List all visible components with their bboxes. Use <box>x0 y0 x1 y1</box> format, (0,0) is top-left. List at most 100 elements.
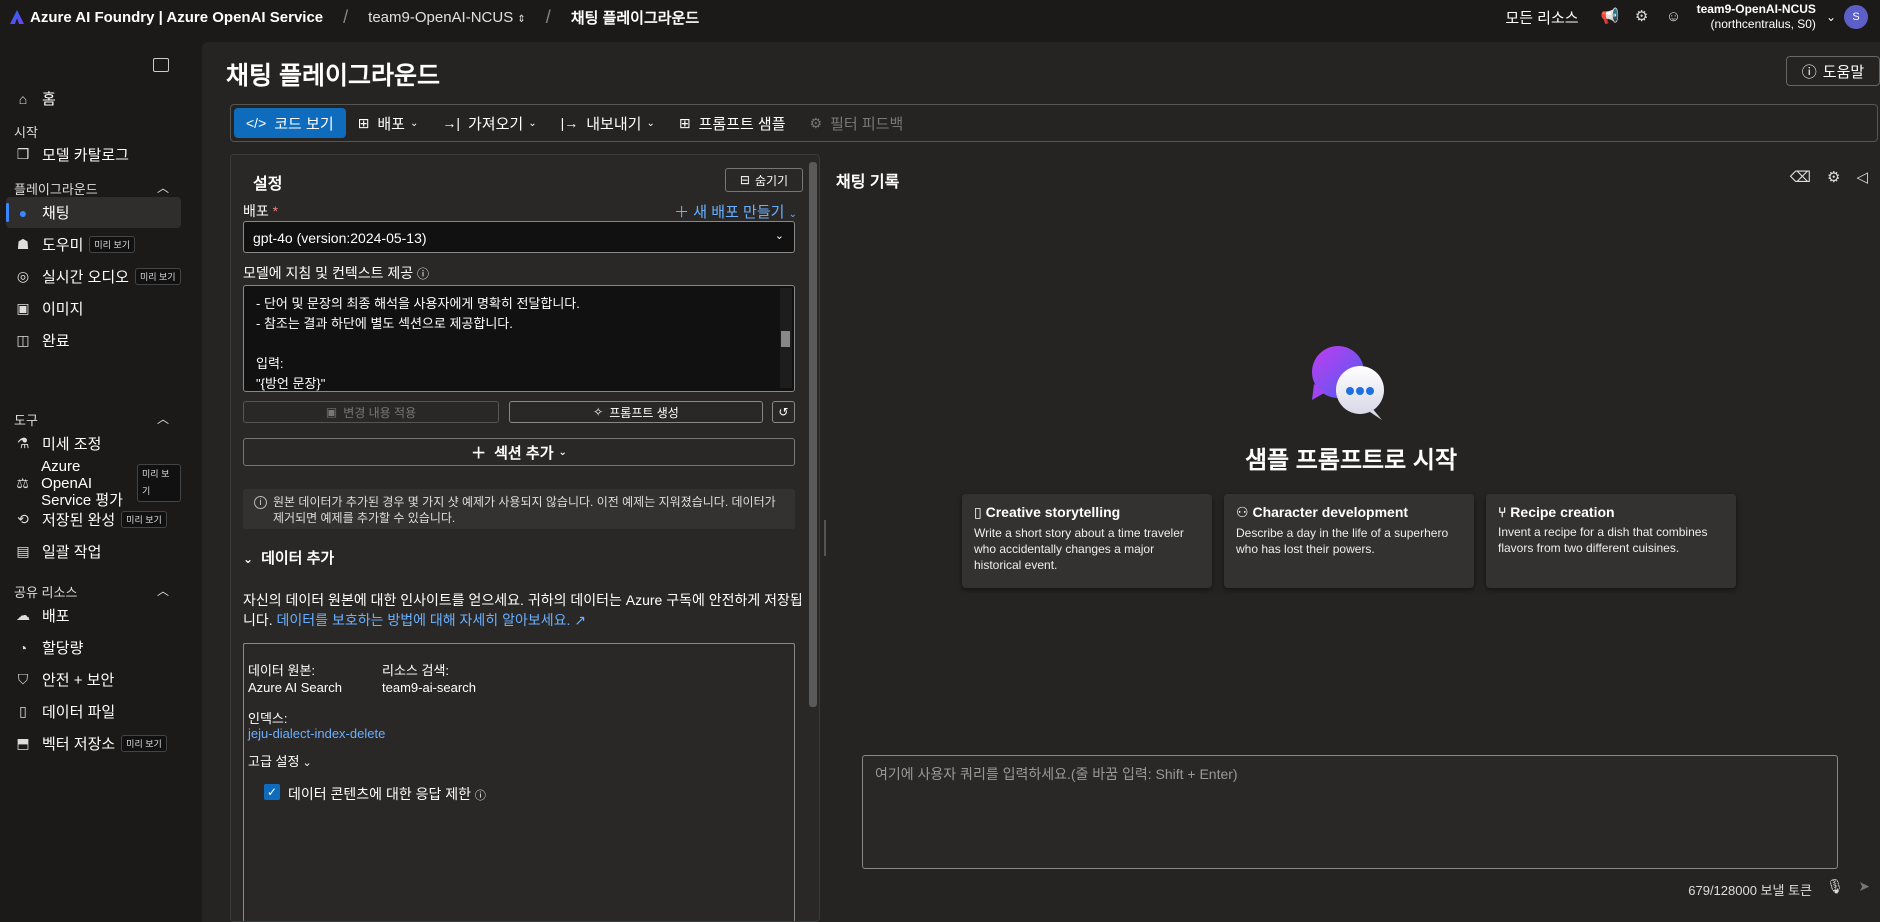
preview-badge: 미리 보기 <box>89 236 136 253</box>
chevron-up-icon: ︿ <box>156 584 169 598</box>
scale-icon: ⚖ <box>16 474 29 491</box>
image-icon: ▣ <box>16 300 30 316</box>
import-button[interactable]: →| 가져오기 ⌄ <box>430 108 548 138</box>
collapse-sidebar-icon[interactable] <box>153 58 169 72</box>
chevron-down-icon[interactable]: ⌄ <box>1826 10 1836 24</box>
section-label: 도구 <box>14 413 38 428</box>
cloud-icon: ☁ <box>16 607 30 623</box>
view-code-button[interactable]: </> 코드 보기 <box>234 108 346 138</box>
filter-feedback-button[interactable]: ⚙ 필터 피드백 <box>798 108 916 138</box>
sidebar-item-stored-completions[interactable]: ⟲ 저장된 완성 미리 보기 <box>6 504 181 535</box>
avatar[interactable]: S <box>1844 5 1868 29</box>
instructions-label-text: 모델에 지침 및 컨텍스트 제공 <box>243 265 414 281</box>
section-label: 공유 리소스 <box>14 585 78 600</box>
add-data-toggle[interactable]: ⌄ 데이터 추가 <box>243 547 334 568</box>
system-message-textarea[interactable]: - 단어 및 문장의 최종 해석을 사용자에게 명확히 전달합니다. - 참조는… <box>243 285 795 392</box>
sidebar-item-realtime-audio[interactable]: ◎ 실시간 오디오 미리 보기 <box>6 261 181 292</box>
sidebar-item-label: 모델 카탈로그 <box>42 147 129 164</box>
chevron-up-icon: ︿ <box>156 181 169 195</box>
sidebar-item-finetune[interactable]: ⚗ 미세 조정 <box>6 428 181 459</box>
help-button[interactable]: ⓘ 도움말 <box>1786 56 1880 86</box>
sidebar-item-chat[interactable]: ● 채팅 <box>6 197 181 228</box>
stored-icon: ⟲ <box>17 511 29 527</box>
sidebar-item-deployments[interactable]: ☁ 배포 <box>6 600 181 631</box>
limit-label-text: 데이터 콘텐츠에 대한 응답 제한 <box>288 786 471 802</box>
send-icon[interactable]: ➤ <box>1858 878 1870 895</box>
breadcrumb-page: 채팅 플레이그라운드 <box>571 7 699 28</box>
new-deployment-link[interactable]: ＋ 새 배포 만들기 ⌄ <box>674 201 797 222</box>
sidebar-item-batch[interactable]: ▤ 일괄 작업 <box>6 536 181 567</box>
vector-icon: ⬒ <box>16 735 30 751</box>
chat-bubbles-icon <box>1312 346 1384 420</box>
gear-icon[interactable]: ⚙ <box>1633 8 1651 26</box>
data-protection-link[interactable]: 데이터를 보호하는 방법에 대해 자세히 알아보세요. ↗ <box>277 612 586 628</box>
sidebar-item-data-files[interactable]: ▯ 데이터 파일 <box>6 696 181 727</box>
deployment-select[interactable]: gpt-4o (version:2024-05-13) ⌄ <box>243 221 795 253</box>
sample-card-storytelling[interactable]: ▯ Creative storytelling Write a short st… <box>962 494 1212 588</box>
sidebar-item-images[interactable]: ▣ 이미지 <box>6 293 181 324</box>
deploy-label: 배포 <box>377 115 405 133</box>
clear-chat-icon[interactable]: ⌫ <box>1790 168 1811 186</box>
sidebar-item-assistants[interactable]: ☗ 도우미 미리 보기 <box>6 229 181 260</box>
prompt-samples-button[interactable]: ⊞ 프롬프트 샘플 <box>667 108 798 138</box>
settings-scroll-thumb[interactable] <box>809 162 817 707</box>
apply-changes-button[interactable]: ▣ 변경 내용 적용 <box>243 401 499 423</box>
account-region: (northcentralus, S0) <box>1710 17 1816 31</box>
reset-button[interactable]: ↺ <box>772 401 795 423</box>
file-icon: ▯ <box>19 703 27 719</box>
sample-card-title: ⚇ Character development <box>1236 504 1462 521</box>
sidebar-item-label: 할당량 <box>42 640 84 657</box>
limit-checkbox[interactable]: ✓ <box>264 784 280 800</box>
generate-prompt-button[interactable]: ✧ 프롬프트 생성 <box>509 401 763 423</box>
section-tools[interactable]: 도구 ︿ <box>14 410 169 429</box>
textarea-scroll-thumb[interactable] <box>781 331 790 347</box>
section-shared-resources[interactable]: 공유 리소스 ︿ <box>14 582 169 601</box>
instruction-line: - 단어 및 문장의 최종 해석을 사용자에게 명확히 전달합니다. <box>256 296 580 311</box>
all-resources-link[interactable]: 모든 리소스 <box>1505 7 1578 28</box>
section-label: 시작 <box>14 125 38 140</box>
apply-changes-label: 변경 내용 적용 <box>343 405 417 420</box>
hide-button[interactable]: ⊟ 숨기기 <box>725 168 803 192</box>
home-icon: ⌂ <box>18 90 28 107</box>
section-playground[interactable]: 플레이그라운드 ︿ <box>14 179 169 198</box>
user-query-input[interactable]: 여기에 사용자 쿼리를 입력하세요.(줄 바꿈 입력: Shift + Ente… <box>862 755 1838 869</box>
sidebar-item-completions[interactable]: ◫ 완료 <box>6 325 181 356</box>
sidebar-item-quota[interactable]: ◔ 할당량 <box>6 632 181 663</box>
add-data-label: 데이터 추가 <box>261 550 335 567</box>
deploy-button[interactable]: ⊞ 배포 ⌄ <box>346 108 431 138</box>
info-icon: i <box>254 496 267 509</box>
gear-icon[interactable]: ⚙ <box>1827 168 1840 186</box>
megaphone-icon[interactable]: 📢 <box>1601 8 1620 26</box>
sidebar-item-evaluation[interactable]: ⚖ Azure OpenAI Service 평가 미리 보기 <box>6 458 181 509</box>
instruction-line: - 참조는 결과 하단에 별도 섹션으로 제공합니다. <box>256 316 513 331</box>
export-label: 내보내기 <box>586 115 642 133</box>
sample-card-desc: Describe a day in the life of a superher… <box>1236 526 1449 556</box>
account-info[interactable]: team9-OpenAI-NCUS (northcentralus, S0) <box>1697 2 1816 32</box>
preview-badge: 미리 보기 <box>121 511 167 528</box>
microphone-icon[interactable]: 🎙 <box>1826 878 1844 895</box>
sample-card-character[interactable]: ⚇ Character development Describe a day i… <box>1224 494 1474 588</box>
breadcrumb-project[interactable]: team9-OpenAI-NCUS ⇕ <box>368 9 526 26</box>
speaker-icon[interactable]: ◁ <box>1856 168 1868 186</box>
plus-icon: ＋ <box>674 204 690 221</box>
audio-icon: ◎ <box>16 268 30 284</box>
index-link[interactable]: jeju-dialect-index-delete <box>248 726 385 741</box>
sidebar-item-safety[interactable]: ⛉ 안전 + 보안 <box>6 664 181 695</box>
export-button[interactable]: |→ 내보내기 ⌄ <box>549 108 667 138</box>
shield-icon: ⛉ <box>17 671 29 687</box>
app-title[interactable]: Azure AI Foundry | Azure OpenAI Service <box>30 9 323 26</box>
smiley-icon[interactable]: ☺ <box>1665 8 1683 26</box>
chevron-down-icon: ⌄ <box>788 209 797 220</box>
cube-icon: ❒ <box>16 146 30 162</box>
sample-card-recipe[interactable]: ⑂ Recipe creation Invent a recipe for a … <box>1486 494 1736 588</box>
deploy-label-text: 배포 <box>243 203 269 219</box>
sample-card-desc: Write a short story about a time travele… <box>974 526 1184 572</box>
breadcrumb-project-label: team9-OpenAI-NCUS <box>368 8 514 26</box>
advanced-settings-toggle[interactable]: 고급 설정 ⌄ <box>248 751 312 770</box>
sidebar-item-vector-stores[interactable]: ⬒ 벡터 저장소 미리 보기 <box>6 728 181 759</box>
sidebar-item-home[interactable]: ⌂ 홈 <box>6 83 181 114</box>
settings-scrollbar[interactable] <box>808 152 818 920</box>
sidebar-item-model-catalog[interactable]: ❒ 모델 카탈로그 <box>6 139 181 170</box>
add-section-button[interactable]: ＋ 섹션 추가 ⌄ <box>243 438 795 466</box>
breadcrumb-page-label: 채팅 플레이그라운드 <box>570 9 700 27</box>
